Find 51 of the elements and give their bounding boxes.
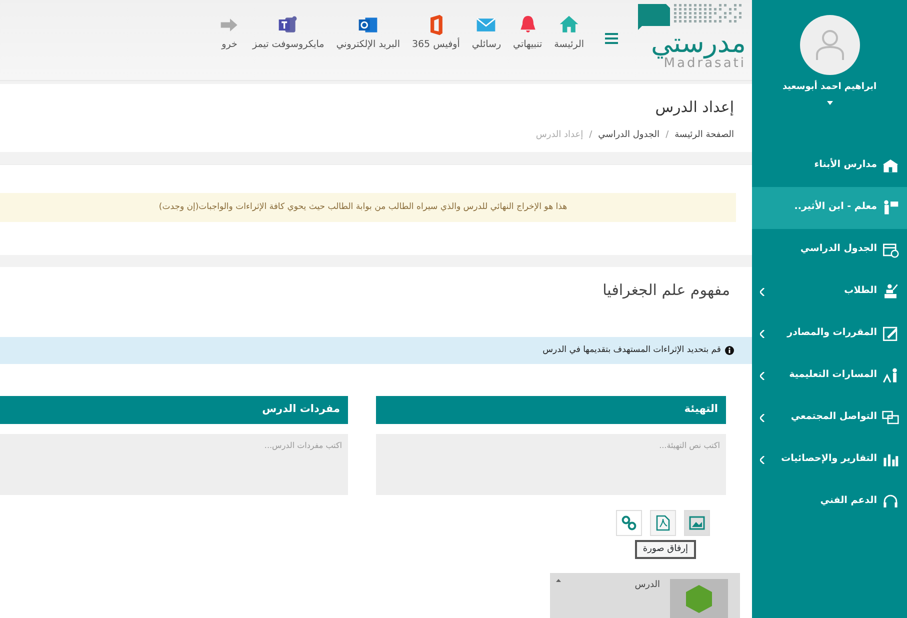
- breadcrumb-item[interactable]: الجدول الدراسي: [598, 128, 660, 142]
- nav-link[interactable]: الرئيسة: [548, 0, 590, 52]
- menu-icon: [604, 33, 618, 44]
- nav-link[interactable]: تنبيهاتي: [507, 0, 548, 52]
- breadcrumb-item: إعداد الدرس: [536, 128, 584, 142]
- image-button[interactable]: [684, 510, 710, 536]
- headset-icon: [882, 493, 899, 510]
- nav-link[interactable]: أوفيس 365: [406, 0, 466, 52]
- caret-icon[interactable]: [826, 100, 832, 104]
- calendar-icon: [882, 241, 899, 258]
- chat-icon: [882, 409, 899, 426]
- logo-text: مدرستي: [651, 30, 746, 57]
- breadcrumb-separator: /: [589, 128, 592, 142]
- nav-link[interactable]: البريد الإلكتروني: [330, 0, 406, 52]
- lesson-card[interactable]: الدرس: [550, 573, 740, 618]
- edit-icon: [882, 325, 899, 342]
- breadcrumb-item[interactable]: الصفحة الرئيسة: [674, 128, 734, 142]
- sidebar-item[interactable]: التقارير والإحصائيات: [752, 438, 907, 480]
- student-icon: [882, 283, 899, 300]
- sidebar-item[interactable]: الطلاب: [752, 270, 907, 312]
- pdf-icon: [656, 514, 670, 530]
- sidebar-item[interactable]: الدعم الفني: [752, 480, 907, 522]
- nav-link[interactable]: رسائلي: [466, 0, 508, 52]
- nav-link[interactable]: مايكروسوفت تيمز: [246, 0, 330, 52]
- image-icon: [689, 514, 705, 530]
- lesson-label: الدرس: [634, 579, 660, 592]
- lesson-thumbnail: [670, 579, 728, 618]
- text-area[interactable]: اكتب نص التهيئة...: [376, 434, 726, 494]
- sidebar-item[interactable]: الجدول الدراسي: [752, 228, 907, 270]
- link-button[interactable]: [616, 510, 642, 536]
- info-alert-text: قم بتحديد الإثراءات المستهدف بتقديمها في الدرس: [542, 344, 721, 357]
- warning-alert: هذا هو الإخراج النهائي للدرس والذي سيراه الطالب من بوابة الطالب حيث يحوي كافة الإثراءات والواجبات(إن وجدت): [0, 193, 736, 222]
- user-name[interactable]: ابراهيم احمد أبوسعيد: [752, 81, 907, 94]
- pdf-button[interactable]: [650, 510, 676, 536]
- text-area[interactable]: اكتب مفردات الدرس...: [0, 434, 348, 494]
- sidebar-item[interactable]: التواصل المجتمعي: [752, 396, 907, 438]
- link-icon: [621, 514, 637, 530]
- panel-header: مفردات الدرس: [0, 396, 348, 424]
- page-title: إعداد الدرس: [654, 97, 734, 118]
- lesson-title: مفهوم علم الجغرافيا: [602, 280, 731, 301]
- breadcrumb-separator: /: [666, 128, 669, 142]
- collapse-caret-icon[interactable]: [556, 579, 561, 582]
- sidebar-item[interactable]: مدارس الأبناء: [752, 144, 907, 186]
- tooltip: إرفاق صورة: [634, 540, 696, 559]
- panel-header: التهيئة: [376, 396, 726, 424]
- info-icon: [725, 346, 734, 355]
- logo-subtitle: Madrasati: [664, 57, 746, 70]
- nav-link[interactable]: خرو: [212, 0, 246, 52]
- sidebar-item[interactable]: المسارات التعليمية: [752, 354, 907, 396]
- sidebar-item[interactable]: المقررات والمصادر: [752, 312, 907, 354]
- teacher-icon: [882, 199, 899, 216]
